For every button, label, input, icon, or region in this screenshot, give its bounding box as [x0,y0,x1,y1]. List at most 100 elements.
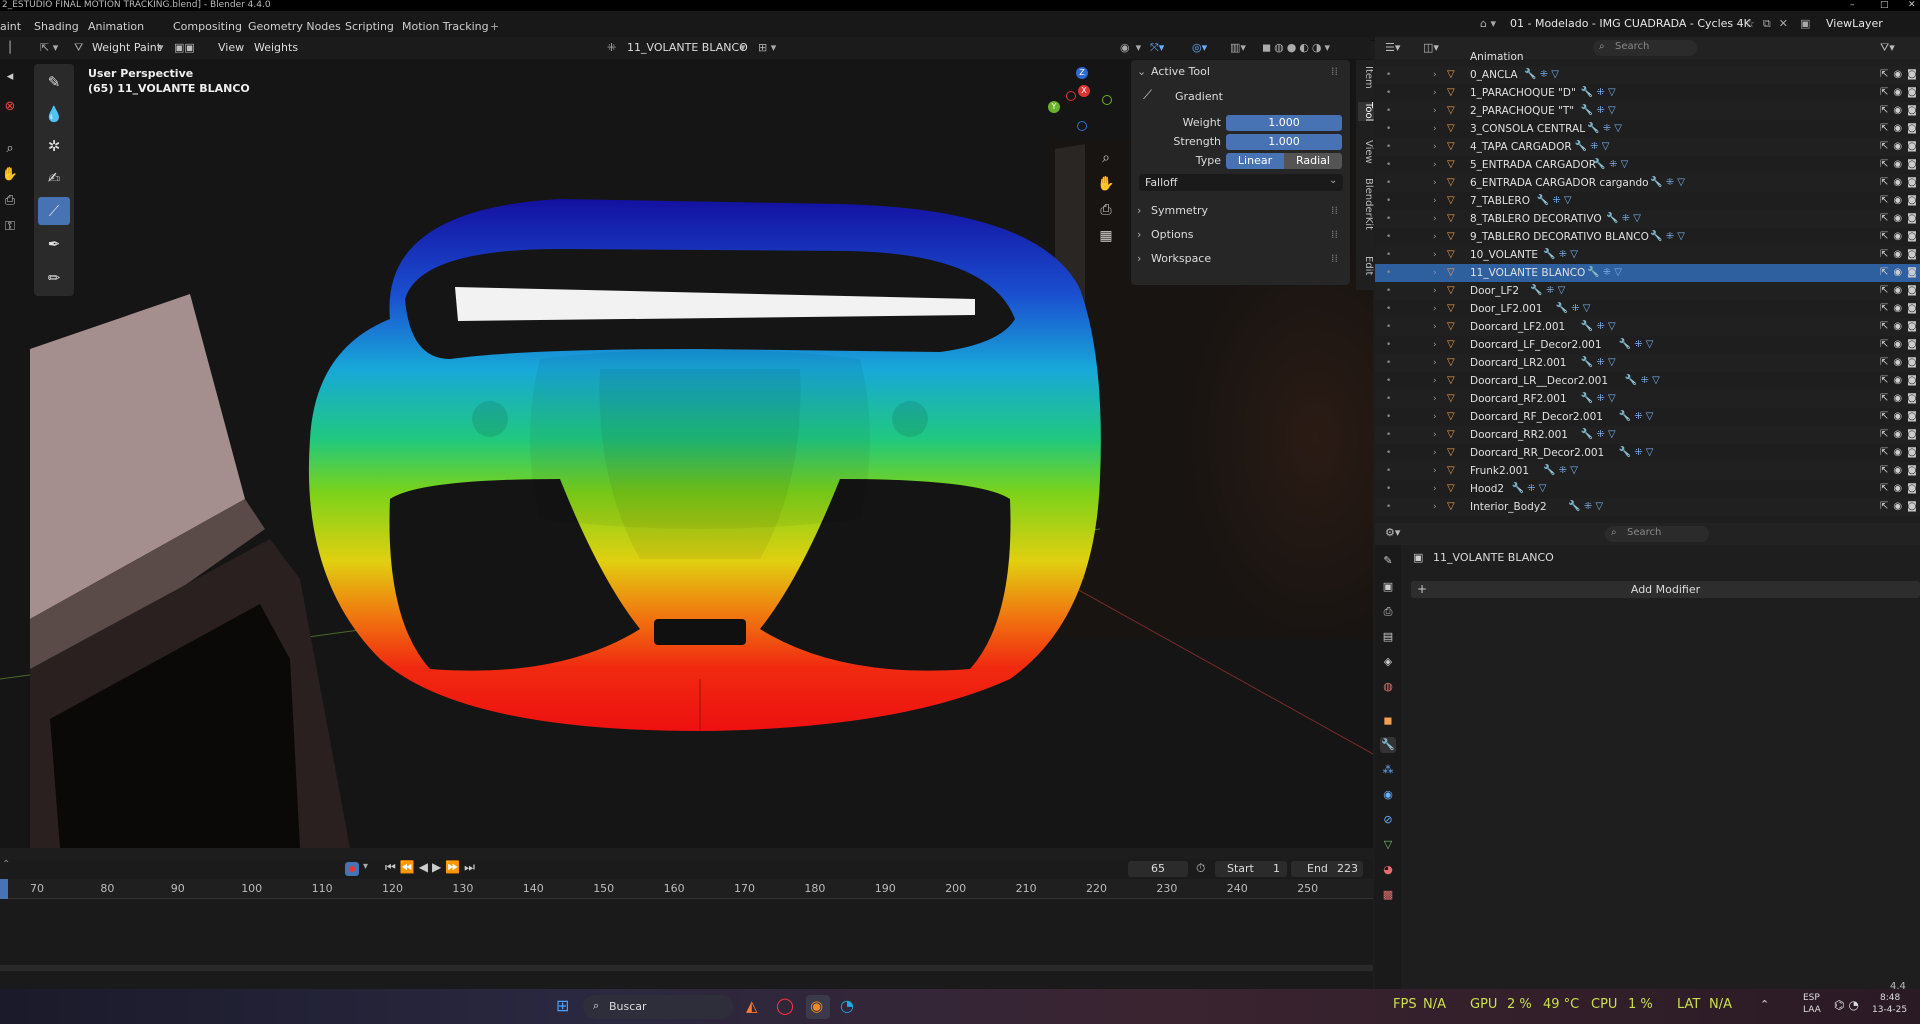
xray-icon[interactable]: ▥▾ [1230,39,1246,57]
smear-brush-icon[interactable]: ✍ [38,164,70,192]
collection-exclude-dot[interactable]: • [1386,390,1391,408]
visibility-toggles[interactable]: ⇱◉◙ [1880,318,1920,336]
outliner-item[interactable]: • › ▽ 6_ENTRADA CARGADOR cargando 🔧 ⁜ ▽ ⇱◉◙ [1375,174,1920,192]
expand-arrow-icon[interactable]: › [1433,354,1437,372]
tab-scripting[interactable]: Scripting [345,18,394,36]
collection-exclude-dot[interactable]: • [1386,264,1391,282]
outliner-item[interactable]: • › ▽ 7_TABLERO 🔧 ⁜ ▽ ⇱◉◙ [1375,192,1920,210]
annotate-icon[interactable]: ✏ [38,264,70,292]
outliner-item[interactable]: • › ▽ 10_VOLANTE 🔧 ⁜ ▽ ⇱◉◙ [1375,246,1920,264]
blur-brush-icon[interactable]: 💧 [38,100,70,128]
object-data-icons[interactable]: 🔧 ⁜ ▽ [1556,300,1591,318]
tab-motion-tracking[interactable]: Motion Tracking [402,18,489,36]
type-linear-button[interactable]: Linear [1226,153,1284,169]
collection-exclude-dot[interactable]: • [1386,300,1391,318]
scene-actions-icons[interactable]: ☆⧉✕ [1745,14,1796,33]
expand-arrow-icon[interactable]: › [1433,462,1437,480]
object-data-icons[interactable]: 🔧 ⁜ ▽ [1530,282,1565,300]
chevron-right-icon[interactable]: › [1137,252,1141,265]
collection-exclude-dot[interactable]: • [1386,120,1391,138]
expand-arrow-icon[interactable]: › [1433,498,1437,516]
expand-arrow-icon[interactable]: › [1433,372,1437,390]
expand-arrow-icon[interactable]: › [1433,318,1437,336]
view-layer-selector[interactable]: ViewLayer [1826,14,1883,33]
collection-exclude-dot[interactable]: • [1386,84,1391,102]
expand-arrow-icon[interactable]: › [1433,426,1437,444]
expand-arrow-icon[interactable]: › [1433,480,1437,498]
collection-exclude-dot[interactable]: • [1386,174,1391,192]
visibility-toggles[interactable]: ⇱◉◙ [1880,102,1920,120]
object-data-icons[interactable]: 🔧 ⁜ ▽ [1587,120,1622,138]
constraints-tab-icon[interactable]: ⊘ [1380,812,1396,828]
render-tab-icon[interactable]: ▣ [1380,579,1396,595]
playback-controls[interactable]: ⏮⏪◀▶⏩⏭ [385,860,479,875]
editor-type-icon[interactable]: ▕ [2,39,10,57]
collection-exclude-dot[interactable]: • [1386,444,1391,462]
drag-handle-icon[interactable]: ⁞⁞ [1331,204,1338,217]
outliner-item[interactable]: • › ▽ Doorcard_LR2.001 🔧 ⁜ ▽ ⇱◉◙ [1375,354,1920,372]
menu-weights[interactable]: Weights [254,39,298,57]
network-volume-icons[interactable]: ⌬◔ [1834,998,1863,1012]
visibility-toggles[interactable]: ⇱◉◙ [1880,354,1920,372]
outliner-item[interactable]: • › ▽ 5_ENTRADA CARGADOR 🔧 ⁜ ▽ ⇱◉◙ [1375,156,1920,174]
object-data-icons[interactable]: 🔧 ⁜ ▽ [1575,138,1610,156]
tab-texture-paint[interactable]: aint [0,18,21,36]
properties-search-input[interactable]: ⌕ Search [1605,526,1709,542]
collection-exclude-dot[interactable]: • [1386,102,1391,120]
minimize-button[interactable]: – [1850,0,1855,10]
drag-handle-icon[interactable]: ⁞⁞ [1331,65,1338,78]
visibility-toggles[interactable]: ⇱◉◙ [1880,282,1920,300]
shading-mode-icons[interactable]: ◼◍●◐◑▾ [1262,39,1333,57]
select-mode-icon[interactable]: ⇱ ▾ [40,39,58,57]
object-data-icons[interactable]: 🔧 ⁜ ▽ [1524,66,1559,84]
visibility-toggles[interactable]: ⇱◉◙ [1880,426,1920,444]
visibility-toggles[interactable]: ⇱◉◙ [1880,138,1920,156]
view-layer-tab-icon[interactable]: ▤ [1380,629,1396,645]
scene-selector[interactable]: 01 - Modelado - IMG CUADRADA - Cycles 4K [1510,14,1751,33]
visibility-toggles[interactable]: ⇱◉◙ [1880,264,1920,282]
visibility-toggles[interactable]: ⇱◉◙ [1880,174,1920,192]
outliner-item[interactable]: • › ▽ 9_TABLERO DECORATIVO BLANCO 🔧 ⁜ ▽ ⇱◉◙ [1375,228,1920,246]
object-data-icons[interactable]: 🔧 ⁜ ▽ [1593,156,1628,174]
symmetry-section[interactable]: Symmetry [1151,204,1208,217]
collection-exclude-dot[interactable]: • [1386,138,1391,156]
timeline[interactable]: 5708090100110120130140150160170180190200… [0,879,1373,989]
active-tool-header[interactable]: Active Tool [1151,65,1210,78]
collection-exclude-dot[interactable]: • [1386,66,1391,84]
object-data-icons[interactable]: 🔧 ⁜ ▽ [1606,210,1641,228]
expand-arrow-icon[interactable]: › [1433,138,1437,156]
tool-tab-icon[interactable]: ✎ [1380,553,1396,569]
object-tab-icon[interactable]: ◼ [1380,713,1396,729]
expand-arrow-icon[interactable]: › [1433,156,1437,174]
drag-handle-icon[interactable]: ⁞⁞ [1331,252,1338,265]
collection-exclude-dot[interactable]: • [1386,228,1391,246]
outliner-item[interactable]: • › ▽ Doorcard_RF2.001 🔧 ⁜ ▽ ⇱◉◙ [1375,390,1920,408]
menu-view[interactable]: View [218,39,244,57]
expand-arrow-icon[interactable]: › [1433,444,1437,462]
outliner-item[interactable]: • › ▽ 2_PARACHOQUE "T" 🔧 ⁜ ▽ ⇱◉◙ [1375,102,1920,120]
gizmo-neg-y[interactable] [1102,95,1112,105]
clock-time[interactable]: 8:48 [1880,993,1900,1003]
collection-exclude-dot[interactable]: • [1386,498,1391,516]
vertex-group-dropdown-icon[interactable]: ▾ [740,39,746,57]
tab-geometry-nodes[interactable]: Geometry Nodes [248,18,341,36]
paint-mask-toggles[interactable]: ▣▣ [174,39,195,57]
object-data-icons[interactable]: 🔧 ⁜ ▽ [1650,228,1685,246]
add-workspace-button[interactable]: + [490,18,499,36]
type-radial-button[interactable]: Radial [1284,153,1342,169]
gizmo-neg-z[interactable] [1077,121,1087,131]
expand-arrow-icon[interactable]: › [1433,264,1437,282]
expand-arrow-icon[interactable]: › [1433,102,1437,120]
visibility-toggles[interactable]: ⇱◉◙ [1880,84,1920,102]
object-data-icons[interactable]: 🔧 ⁜ ▽ [1619,336,1654,354]
strength-field[interactable]: 1.000 [1226,134,1342,150]
collection-exclude-dot[interactable]: • [1386,480,1391,498]
modifier-tab-icon[interactable]: 🔧 [1380,737,1396,753]
visibility-toggles[interactable]: ⇱◉◙ [1880,300,1920,318]
viewport-nav-buttons[interactable]: ⌕ ✋ ⎙ ▦ [1096,145,1116,249]
overlay-toggle-icon[interactable]: ◎▾ [1192,39,1207,57]
edge-browser-icon[interactable]: ◔ [840,996,854,1015]
object-data-icons[interactable]: 🔧 ⁜ ▽ [1537,192,1572,210]
navigation-gizmo[interactable]: Z X Y [1048,67,1116,135]
tab-animation[interactable]: Animation [88,18,144,36]
